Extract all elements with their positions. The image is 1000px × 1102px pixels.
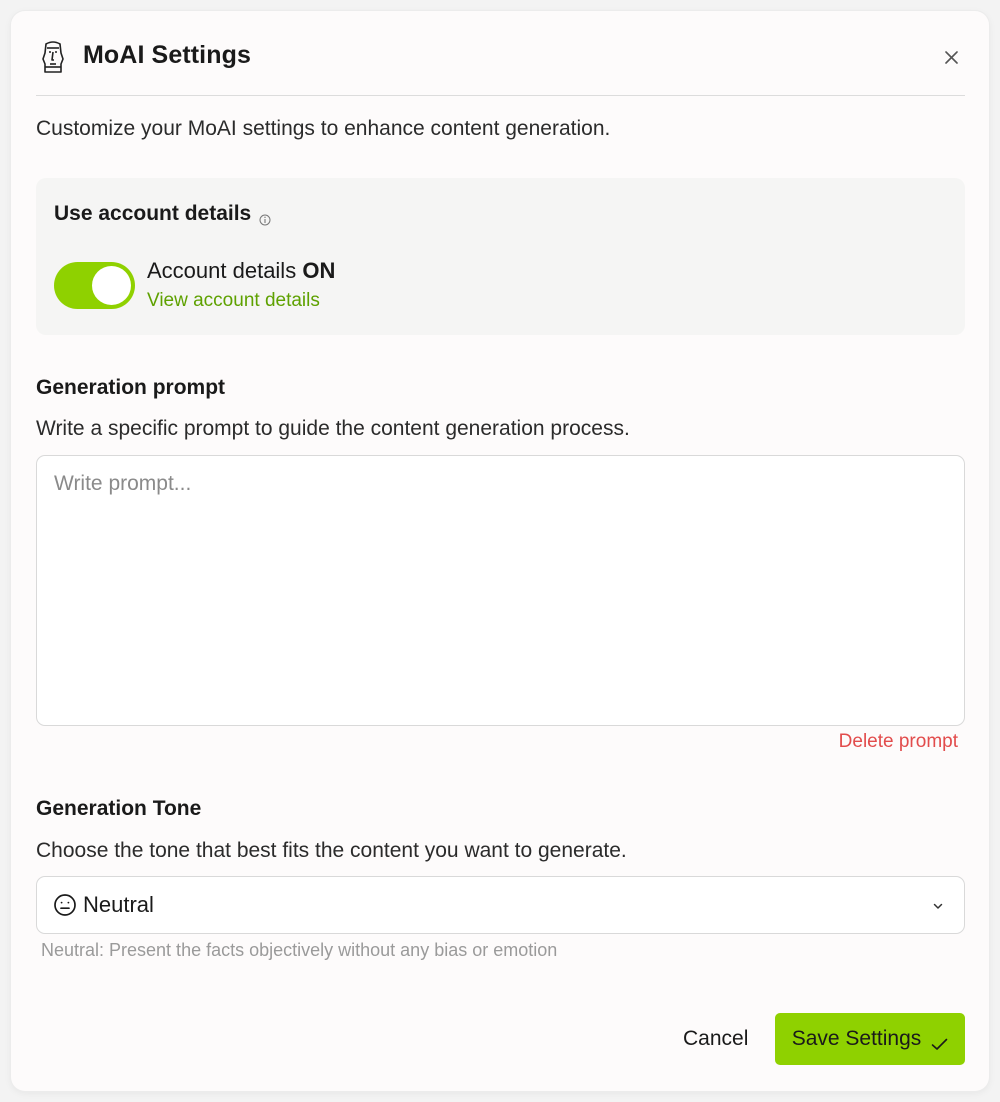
tone-heading: Generation Tone xyxy=(36,797,202,820)
account-heading: Use account details xyxy=(54,202,271,226)
tone-helper-text: Neutral: Present the facts objectively w… xyxy=(41,940,558,960)
toggle-knob xyxy=(92,266,131,305)
account-status-prefix: Account details xyxy=(147,258,297,283)
account-details-panel: Use account details Account details ON V… xyxy=(36,178,965,335)
save-settings-label: Save Settings xyxy=(791,1027,922,1050)
dialog-title: MoAI Settings xyxy=(83,41,251,69)
prompt-description: Write a specific prompt to guide the con… xyxy=(36,417,630,440)
account-status-value: ON xyxy=(302,258,336,283)
dialog-header: MoAI Settings xyxy=(36,35,965,96)
view-account-details-link[interactable]: View account details xyxy=(147,290,320,312)
moai-logo-icon xyxy=(40,39,66,75)
cancel-button[interactable]: Cancel xyxy=(671,1013,760,1065)
dialog-subtitle: Customize your MoAI settings to enhance … xyxy=(36,117,611,140)
account-heading-label: Use account details xyxy=(54,202,252,225)
prompt-heading: Generation prompt xyxy=(36,376,226,399)
info-icon[interactable] xyxy=(259,208,271,226)
chevron-down-icon xyxy=(932,899,944,911)
close-button[interactable] xyxy=(937,43,965,71)
account-details-toggle[interactable] xyxy=(54,262,135,309)
account-status: Account details ON xyxy=(147,258,335,284)
neutral-face-icon xyxy=(53,893,77,917)
check-icon xyxy=(931,1033,948,1050)
tone-select[interactable]: Neutral xyxy=(36,876,965,934)
prompt-textarea[interactable] xyxy=(36,455,965,726)
save-settings-button[interactable]: Save Settings xyxy=(775,1013,965,1065)
tone-selected-value: Neutral xyxy=(83,892,154,917)
close-icon xyxy=(944,50,958,64)
delete-prompt-link[interactable]: Delete prompt xyxy=(839,731,958,753)
tone-description: Choose the tone that best fits the conte… xyxy=(36,839,627,862)
settings-dialog: MoAI Settings Customize your MoAI settin… xyxy=(11,11,989,1091)
